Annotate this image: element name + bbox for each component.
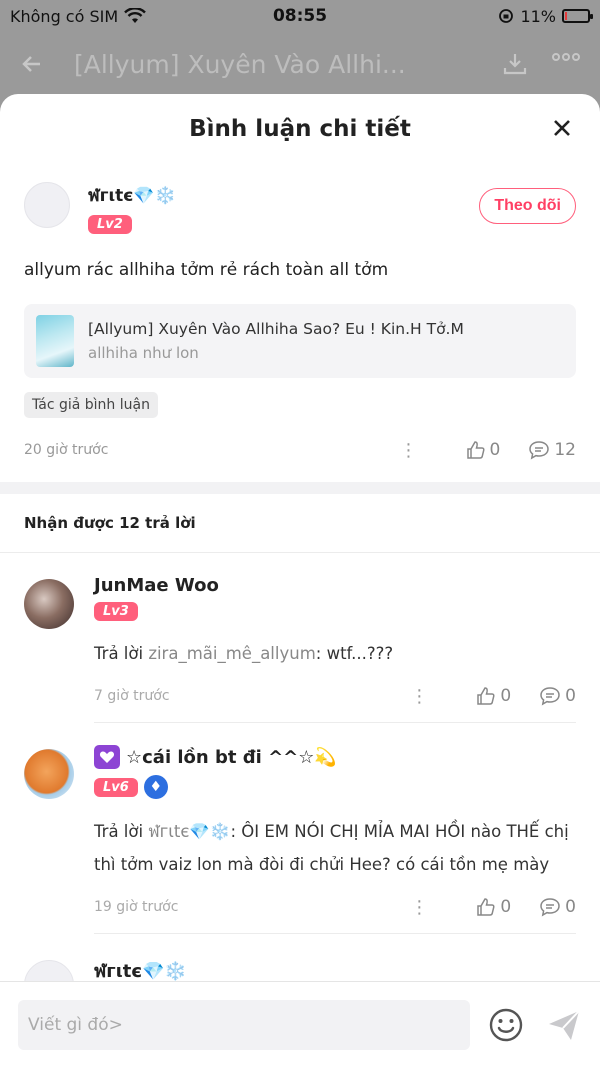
book-title: [Allyum] Xuyên Vào Allhiha Sao? Eu ! Kin… bbox=[88, 320, 464, 338]
comment-button[interactable]: 0 bbox=[539, 686, 576, 706]
like-button[interactable]: 0 bbox=[476, 897, 511, 917]
replies-header: Nhận được 12 trả lời bbox=[0, 494, 600, 553]
reply-content: : wtf...??? bbox=[315, 644, 394, 663]
smiley-icon bbox=[489, 1008, 523, 1041]
more-icon bbox=[552, 53, 580, 61]
reply-item: ☆cái lồn bt đi ^^☆💫 Lv6 ♦ Trả lời ฬгιtє💎… bbox=[0, 723, 600, 934]
underlying-header: [Allyum] Xuyên Vào Allhi... bbox=[0, 36, 600, 92]
level-badge: Lv3 bbox=[94, 602, 138, 621]
reply-author[interactable]: JunMae Woo bbox=[94, 575, 576, 596]
author-name[interactable]: ฬгιtє💎❄️ bbox=[88, 182, 176, 209]
comment-button[interactable]: 0 bbox=[539, 897, 576, 917]
thumbs-up-icon bbox=[466, 441, 485, 459]
comment-count: 0 bbox=[565, 686, 576, 706]
avatar[interactable] bbox=[24, 182, 70, 228]
reply-author[interactable]: ☆cái lồn bt đi ^^☆💫 bbox=[126, 747, 337, 768]
reply-mention[interactable]: ฬгιtє💎❄️ bbox=[148, 822, 230, 841]
ethereum-badge-icon: ♦ bbox=[143, 775, 168, 799]
reply-meta: 19 giờ trước ⋮ 0 0 bbox=[94, 881, 576, 933]
author-info: ฬгιtє💎❄️ Lv2 bbox=[88, 182, 176, 234]
download-icon bbox=[503, 54, 527, 75]
like-count: 0 bbox=[489, 440, 501, 460]
comment-detail-sheet: Bình luận chi tiết ฬгιtє💎❄️ Lv2 allyum r… bbox=[0, 94, 600, 1067]
reply-prefix: Trả lời bbox=[94, 644, 149, 663]
underlying-title: [Allyum] Xuyên Vào Allhi... bbox=[74, 49, 406, 79]
more-options-icon[interactable]: ⋮ bbox=[410, 897, 428, 918]
emoji-button[interactable] bbox=[488, 1007, 524, 1043]
battery-fill bbox=[565, 12, 567, 20]
sheet-title: Bình luận chi tiết bbox=[189, 116, 411, 142]
like-count: 0 bbox=[500, 686, 512, 706]
reply-badges: Lv6 ♦ bbox=[94, 775, 576, 799]
comment-bubble-icon bbox=[529, 441, 550, 460]
reply-mention[interactable]: zira_mãi_mê_allyum bbox=[148, 644, 315, 663]
comment-count: 0 bbox=[565, 897, 576, 917]
reply-prefix: Trả lời bbox=[94, 822, 149, 841]
comment-bubble-icon bbox=[540, 687, 560, 706]
reply-author-row: ☆cái lồn bt đi ^^☆💫 bbox=[94, 745, 576, 769]
reply-actions: ⋮ 0 0 bbox=[410, 897, 576, 918]
avatar[interactable] bbox=[24, 749, 74, 799]
reply-time: 19 giờ trước bbox=[94, 899, 179, 915]
reply-count-button[interactable]: 12 bbox=[528, 440, 576, 460]
reply-time: 7 giờ trước bbox=[94, 688, 170, 704]
book-subtitle: allhiha như lon bbox=[88, 344, 199, 362]
book-cover-image bbox=[36, 315, 74, 367]
comment-text: allyum rác allhiha tởm rẻ rách toàn all … bbox=[24, 260, 389, 280]
like-count: 0 bbox=[500, 897, 512, 917]
thumbs-up-icon bbox=[477, 687, 495, 705]
reply-badges: Lv3 bbox=[94, 602, 576, 621]
reply-actions: ⋮ 0 0 bbox=[410, 686, 576, 707]
book-card[interactable]: [Allyum] Xuyên Vào Allhiha Sao? Eu ! Kin… bbox=[24, 304, 576, 378]
reply-body: ☆cái lồn bt đi ^^☆💫 Lv6 ♦ Trả lời ฬгιtє💎… bbox=[94, 745, 576, 934]
send-icon bbox=[549, 1009, 580, 1040]
comment-input[interactable] bbox=[18, 999, 470, 1050]
close-icon bbox=[554, 120, 570, 136]
comment-time: 20 giờ trước bbox=[24, 442, 109, 458]
reply-meta: 7 giờ trước ⋮ 0 0 bbox=[94, 670, 576, 722]
follow-button[interactable]: Theo dõi bbox=[479, 188, 576, 224]
back-arrow-icon bbox=[22, 56, 40, 72]
avatar[interactable] bbox=[24, 579, 74, 629]
like-button[interactable]: 0 bbox=[476, 686, 511, 706]
thumbs-up-icon bbox=[477, 898, 495, 916]
author-comment-tag: Tác giả bình luận bbox=[24, 392, 158, 418]
reply-body: JunMae Woo Lv3 Trả lời zira_mãi_mê_allyu… bbox=[94, 575, 576, 723]
more-options-icon[interactable]: ⋮ bbox=[410, 686, 428, 707]
level-badge: Lv2 bbox=[88, 215, 132, 234]
sheet-header: Bình luận chi tiết bbox=[0, 94, 600, 164]
like-button[interactable]: 0 bbox=[466, 440, 501, 460]
purple-heart-icon bbox=[94, 745, 120, 769]
close-button[interactable] bbox=[548, 114, 576, 142]
section-divider bbox=[0, 482, 600, 494]
status-bar: Không có SIM 08:55 11% bbox=[0, 0, 600, 32]
main-comment-meta: 20 giờ trước ⋮ 0 12 bbox=[24, 418, 576, 482]
level-badge: Lv6 bbox=[94, 777, 138, 797]
comment-input-bar bbox=[0, 981, 600, 1067]
battery-icon bbox=[562, 9, 593, 23]
book-info: [Allyum] Xuyên Vào Allhiha Sao? Eu ! Kin… bbox=[88, 320, 464, 362]
status-time: 08:55 bbox=[272, 6, 328, 26]
reply-count: 12 bbox=[554, 440, 576, 460]
send-button[interactable] bbox=[546, 1007, 582, 1043]
reply-text: Trả lời ฬгιtє💎❄️: ÔI EM NÓI CHỊ MỈA MAI … bbox=[94, 815, 576, 881]
reply-text: Trả lời zira_mãi_mê_allyum: wtf...??? bbox=[94, 637, 576, 670]
underlying-actions bbox=[502, 52, 580, 76]
comment-actions: ⋮ 0 12 bbox=[400, 440, 576, 461]
more-options-icon[interactable]: ⋮ bbox=[400, 440, 418, 461]
comment-bubble-icon bbox=[540, 898, 560, 917]
reply-item: JunMae Woo Lv3 Trả lời zira_mãi_mê_allyu… bbox=[0, 553, 600, 723]
